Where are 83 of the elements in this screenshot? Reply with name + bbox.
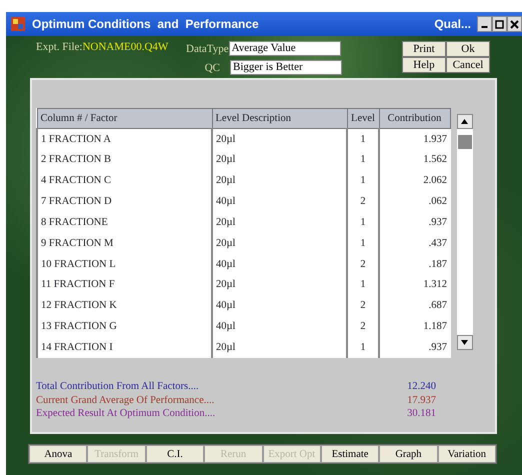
table-cell: 20µl <box>212 149 347 170</box>
column-header: Level Description <box>212 108 347 128</box>
summary-value: 30.181 <box>407 407 436 420</box>
table-cell: .937 <box>379 212 450 233</box>
table-cell: .687 <box>379 295 450 316</box>
table-cell: 2 <box>347 191 379 212</box>
table-cell: 1 <box>347 274 379 296</box>
toolbar-button[interactable]: Estimate <box>320 445 380 463</box>
close-icon <box>510 20 519 28</box>
table-cell: .437 <box>379 232 450 254</box>
ok-button[interactable]: Ok <box>446 41 490 57</box>
table-cell: 9 FRACTION M <box>37 232 212 254</box>
minimize-button[interactable] <box>477 16 492 32</box>
table-cell: 1 <box>347 212 379 233</box>
datatype-label: DataType <box>186 42 229 54</box>
up-arrow-icon <box>461 118 468 124</box>
print-button[interactable]: Print <box>402 41 446 57</box>
table-cell: 20µl <box>212 170 347 192</box>
maximize-button[interactable] <box>492 16 507 32</box>
summary-label: Current Grand Average Of Performance.... <box>36 394 214 407</box>
toolbar-button[interactable]: C.I. <box>146 445 204 463</box>
table-cell: 20µl <box>212 128 347 150</box>
file-name: NONAME00.Q4W <box>82 41 168 55</box>
scrollbar-thumb[interactable] <box>458 135 472 149</box>
table-cell: 20µl <box>212 212 347 233</box>
qc-label: QC <box>204 62 221 74</box>
table-cell: 1 <box>347 170 379 192</box>
table-cell: 40µl <box>212 295 347 316</box>
column-header: Contribution <box>379 108 450 128</box>
table-cell: 1.187 <box>379 316 450 338</box>
down-arrow-icon <box>461 340 468 345</box>
table-cell: 12 FRACTION K <box>37 295 212 316</box>
column-header: Level <box>347 108 379 128</box>
table-cell: 1.937 <box>379 128 450 150</box>
summary-label: Expected Result At Optimum Condition.... <box>36 407 216 420</box>
file-label: Expt. File: <box>36 41 82 55</box>
column-header: Column # / Factor <box>37 108 212 128</box>
table-cell: 1.562 <box>379 149 450 170</box>
close-button[interactable] <box>507 16 522 32</box>
toolbar-button[interactable]: Variation <box>438 445 496 463</box>
window-title-suffix: Qual... <box>434 17 471 31</box>
table-cell: .187 <box>379 254 450 275</box>
table-cell: 2 FRACTION B <box>37 149 212 170</box>
table-cell: 4 FRACTION C <box>37 170 212 192</box>
table-cell: 20µl <box>212 337 347 358</box>
table-cell: 8 FRACTIONE <box>37 212 212 233</box>
table-cell: 10 FRACTION L <box>37 254 212 275</box>
window-title: Optimum Conditions and Performance <box>32 17 259 31</box>
table-cell: 1 <box>347 128 379 150</box>
table-cell: 1 <box>347 149 379 170</box>
summary-value: 17.937 <box>407 394 436 407</box>
toolbar-button[interactable]: Anova <box>29 445 88 463</box>
cancel-button[interactable]: Cancel <box>446 57 490 73</box>
table-cell: 14 FRACTION I <box>37 337 212 358</box>
datatype-field[interactable]: Average Value <box>228 41 341 56</box>
table-cell: 11 FRACTION F <box>37 274 212 296</box>
table-cell: 7 FRACTION D <box>37 191 212 212</box>
table-cell: 2 <box>347 295 379 316</box>
table-cell: 13 FRACTION G <box>37 316 212 338</box>
maximize-icon <box>495 20 504 28</box>
table-cell: 1 <box>347 337 379 358</box>
table-cell: .937 <box>379 337 450 358</box>
table-cell: 40µl <box>212 254 347 275</box>
table-cell: 40µl <box>212 191 347 212</box>
table-cell: 1 <box>347 232 379 254</box>
table-cell: 40µl <box>212 316 347 338</box>
table-cell: 1.312 <box>379 274 450 296</box>
summary-value: 12.240 <box>407 380 436 394</box>
table-cell: 2.062 <box>379 170 450 192</box>
app-icon <box>10 16 26 32</box>
summary-label: Total Contribution From All Factors.... <box>36 380 199 394</box>
table-cell: 2 <box>347 254 379 275</box>
toolbar-button[interactable]: Graph <box>379 445 438 463</box>
qc-field[interactable]: Bigger is Better <box>230 60 342 75</box>
table-cell: 20µl <box>212 232 347 254</box>
scroll-up-button[interactable] <box>456 114 472 129</box>
table-cell: 2 <box>347 316 379 338</box>
scroll-down-button[interactable] <box>456 335 472 350</box>
table-cell: 1 FRACTION A <box>37 128 212 150</box>
minimize-icon <box>481 26 488 28</box>
table-cell: .062 <box>379 191 450 212</box>
help-button[interactable]: Help <box>402 57 446 73</box>
table-cell: 20µl <box>212 274 347 296</box>
